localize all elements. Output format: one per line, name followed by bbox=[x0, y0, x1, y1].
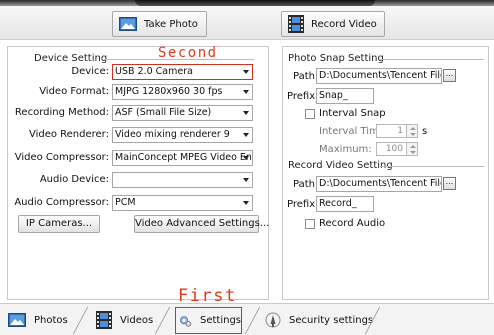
video-format-label: Video Format: bbox=[39, 86, 109, 97]
device-setting-panel: Device Setting Device: USB 2.0 Camera Vi… bbox=[7, 46, 269, 300]
capture-settings-panel: Photo Snap Setting Path: D:\Documents\Te… bbox=[282, 46, 489, 300]
video-renderer-label: Video Renderer: bbox=[28, 129, 109, 140]
photo-icon bbox=[8, 313, 26, 327]
audio-device-label: Audio Device: bbox=[39, 174, 109, 185]
video-renderer-select[interactable]: Video mixing renderer 9 bbox=[112, 127, 253, 143]
maximum-spinner[interactable]: 100 bbox=[376, 142, 418, 156]
settings-icon bbox=[180, 315, 192, 327]
record-video-label: Record Video bbox=[311, 18, 377, 30]
tab-divider bbox=[154, 307, 171, 334]
device-value: USB 2.0 Camera bbox=[115, 66, 193, 77]
chevron-down-icon bbox=[243, 111, 249, 115]
record-path-field[interactable]: D:\Documents\Tencent Files\9188 bbox=[316, 176, 442, 192]
photo-icon bbox=[119, 17, 137, 31]
photo-path-browse-button[interactable]: ... bbox=[443, 69, 456, 82]
tab-settings[interactable]: Settings bbox=[175, 307, 242, 334]
tab-divider bbox=[244, 307, 261, 334]
record-audio-label: Record Audio bbox=[319, 218, 386, 229]
ip-cameras-button[interactable]: IP Cameras... bbox=[18, 215, 100, 233]
chevron-down-icon bbox=[243, 201, 249, 205]
spinner-arrows-icon[interactable] bbox=[406, 143, 417, 155]
film-strip-icon bbox=[96, 311, 112, 329]
video-compressor-value: MainConcept MPEG Video Enc bbox=[115, 152, 253, 163]
photo-snap-setting-title: Photo Snap Setting bbox=[288, 53, 384, 64]
spinner-arrows-icon[interactable] bbox=[406, 125, 417, 137]
recording-method-select[interactable]: ASF (Small File Size) bbox=[112, 105, 253, 121]
photo-path-field[interactable]: D:\Documents\Tencent Files\9188 bbox=[316, 68, 442, 84]
tab-security-settings-label: Security settings bbox=[289, 314, 374, 326]
video-format-value: MJPG 1280x960 30 fps bbox=[115, 86, 223, 97]
group-divider bbox=[380, 166, 484, 167]
tab-settings-label: Settings bbox=[199, 315, 241, 326]
audio-compressor-label: Audio Compressor: bbox=[14, 197, 109, 208]
tab-videos-label: Videos bbox=[120, 314, 154, 326]
device-select[interactable]: USB 2.0 Camera bbox=[112, 64, 253, 80]
chevron-down-icon bbox=[243, 70, 249, 74]
tab-photos-label: Photos bbox=[34, 314, 68, 326]
security-icon bbox=[265, 312, 281, 328]
video-format-select[interactable]: MJPG 1280x960 30 fps bbox=[112, 84, 253, 100]
photo-path-label: Path: bbox=[293, 71, 319, 82]
bottom-tab-bar: Photos Videos Settings Security settings bbox=[0, 303, 494, 335]
video-compressor-select[interactable]: MainConcept MPEG Video Enc bbox=[112, 150, 253, 166]
chevron-down-icon bbox=[243, 178, 249, 182]
take-photo-label: Take Photo bbox=[144, 18, 198, 30]
annotation-second: Second bbox=[158, 45, 218, 61]
device-label: Device: bbox=[71, 66, 109, 77]
tab-security-settings[interactable]: Security settings bbox=[265, 306, 373, 334]
photo-prefix-label: Prefix: bbox=[287, 91, 319, 102]
maximum-value: 100 bbox=[385, 144, 403, 154]
record-path-label: Path: bbox=[293, 179, 319, 190]
photo-prefix-field[interactable]: Snap_ bbox=[316, 88, 374, 104]
audio-compressor-value: PCM bbox=[115, 197, 136, 208]
video-renderer-value: Video mixing renderer 9 bbox=[115, 129, 230, 140]
chevron-down-icon bbox=[243, 133, 249, 137]
chevron-down-icon bbox=[243, 156, 249, 160]
recording-method-label: Recording Method: bbox=[14, 107, 109, 118]
recording-method-value: ASF (Small File Size) bbox=[115, 107, 212, 118]
video-compressor-label: Video Compressor: bbox=[14, 152, 109, 163]
interval-time-spinner[interactable]: 1 bbox=[376, 124, 418, 138]
audio-compressor-select[interactable]: PCM bbox=[112, 195, 253, 211]
record-video-setting-title: Record Video Setting bbox=[288, 160, 393, 171]
record-path-browse-button[interactable]: ... bbox=[443, 177, 456, 190]
tab-videos[interactable]: Videos bbox=[96, 306, 153, 334]
take-photo-button[interactable]: Take Photo bbox=[112, 11, 207, 37]
interval-snap-label: Interval Snap bbox=[319, 108, 386, 119]
group-divider bbox=[380, 59, 484, 60]
device-setting-title: Device Setting bbox=[34, 53, 108, 64]
tab-photos[interactable]: Photos bbox=[8, 306, 68, 334]
video-advanced-settings-button[interactable]: Video Advanced Settings... bbox=[134, 215, 269, 233]
tab-divider bbox=[72, 307, 89, 334]
interval-snap-checkbox[interactable] bbox=[305, 109, 315, 119]
record-prefix-field[interactable]: Record_ bbox=[316, 196, 374, 212]
chevron-down-icon bbox=[243, 90, 249, 94]
record-audio-checkbox[interactable] bbox=[305, 219, 315, 229]
interval-time-unit: s bbox=[422, 126, 428, 137]
toolbar: Take Photo Record Video bbox=[0, 6, 494, 40]
audio-device-select[interactable] bbox=[112, 172, 253, 188]
interval-time-value: 1 bbox=[397, 126, 403, 136]
record-prefix-label: Prefix: bbox=[287, 199, 319, 210]
maximum-label: Maximum: bbox=[319, 144, 372, 155]
film-strip-icon bbox=[288, 15, 304, 33]
record-video-button[interactable]: Record Video bbox=[281, 11, 385, 37]
